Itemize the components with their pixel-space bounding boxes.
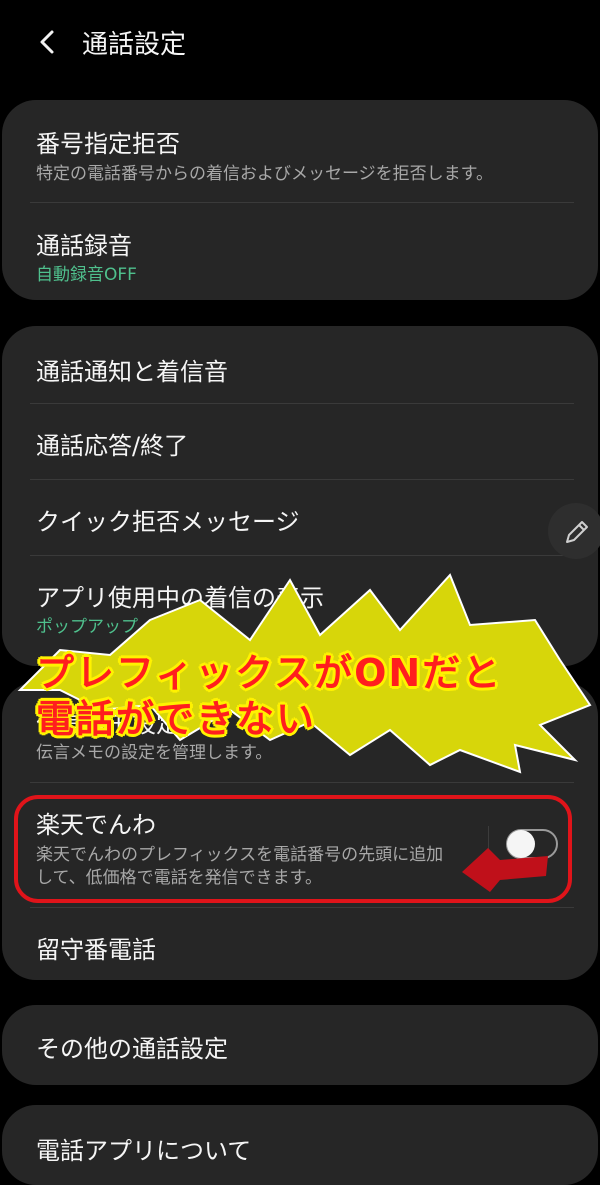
back-button[interactable] [30,22,66,62]
call-recording-status: 自動録音OFF [36,265,137,285]
number-block-item[interactable]: 番号指定拒否 特定の電話番号からの着信およびメッセージを拒否します。 [2,100,598,202]
incoming-display-label: アプリ使用中の着信の表示 [36,584,324,612]
settings-card-calls: 通話通知と着信音 通話応答/終了 クイック拒否メッセージ アプリ使用中の着信の表… [2,326,598,666]
quick-decline-item[interactable]: クイック拒否メッセージ [2,480,598,556]
voicemail-item[interactable]: 留守番電話 [2,908,598,980]
about-phone-label: 電話アプリについて [36,1137,252,1165]
settings-card-other: その他の通話設定 [2,1005,598,1085]
annotation-caption-line2: 電話ができない [36,697,317,741]
call-notification-item[interactable]: 通話通知と着信音 [2,326,598,402]
call-recording-label: 通話録音 [36,232,132,260]
number-block-label: 番号指定拒否 [36,130,180,158]
chevron-left-icon [40,30,54,54]
pencil-icon [566,521,588,543]
edit-button[interactable] [548,503,600,559]
call-recording-item[interactable]: 通話録音 自動録音OFF [2,203,598,300]
quick-decline-label: クイック拒否メッセージ [36,508,300,536]
about-phone-item[interactable]: 電話アプリについて [2,1105,598,1185]
answer-end-label: 通話応答/終了 [36,432,189,460]
answer-end-item[interactable]: 通話応答/終了 [2,404,598,480]
other-settings-label: その他の通話設定 [36,1035,228,1063]
highlight-box [14,795,572,903]
incoming-display-value: ポップアップ [36,617,138,637]
settings-card-blocking: 番号指定拒否 特定の電話番号からの着信およびメッセージを拒否します。 通話録音 … [2,100,598,300]
number-block-description: 特定の電話番号からの着信およびメッセージを拒否します。 [36,164,493,184]
settings-card-about: 電話アプリについて [2,1105,598,1185]
voicemail-label: 留守番電話 [36,936,156,964]
app-header: 通話設定 [0,0,600,88]
call-notification-label: 通話通知と着信音 [36,358,228,386]
other-settings-item[interactable]: その他の通話設定 [2,1005,598,1085]
page-title: 通話設定 [82,30,187,60]
